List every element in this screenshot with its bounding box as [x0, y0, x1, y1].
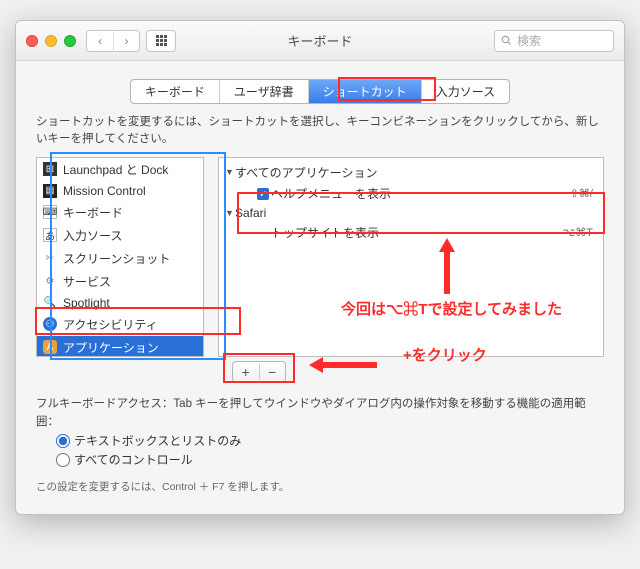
sidebar-item-launchpad[interactable]: ⊞Launchpad と Dock	[37, 158, 203, 181]
instruction-text: ショートカットを変更するには、ショートカットを選択し、キーコンビネーションをクリ…	[36, 114, 604, 149]
shortcut-value: ⇧⌘/	[570, 187, 593, 200]
radio-input[interactable]	[56, 453, 70, 467]
mission-control-icon: ▦	[43, 184, 57, 198]
preferences-window: ‹ › キーボード 検索 キーボード ユーザ辞書 ショートカット 入力ソース シ…	[15, 20, 625, 515]
shortcut-value: ⌥⌘T	[563, 226, 593, 239]
spotlight-icon: 🔍	[43, 296, 57, 310]
sidebar-item-keyboard[interactable]: ⌨キーボード	[37, 201, 203, 224]
category-sidebar[interactable]: ⊞Launchpad と Dock ▦Mission Control ⌨キーボー…	[36, 157, 204, 357]
launchpad-icon: ⊞	[43, 162, 57, 176]
disclosure-triangle-icon[interactable]: ▼	[225, 208, 235, 218]
window-controls	[26, 35, 76, 47]
footnote-text: この設定を変更するには、Control ＋ F7 を押します。	[36, 479, 604, 494]
group-all-apps[interactable]: ▼ すべてのアプリケーション	[219, 162, 603, 183]
search-placeholder: 検索	[517, 32, 541, 49]
services-icon: ⚙	[43, 274, 57, 288]
checkbox-icon[interactable]: ✓	[257, 188, 269, 200]
tab-input-sources[interactable]: 入力ソース	[422, 80, 509, 103]
shortcut-list[interactable]: ▼ すべてのアプリケーション ✓ ヘルプメニューを表示 ⇧⌘/ ▼ Safari…	[218, 157, 604, 357]
keyboard-icon: ⌨	[43, 205, 57, 219]
disclosure-triangle-icon[interactable]: ▼	[225, 167, 235, 177]
screenshot-icon: ✂	[43, 251, 57, 265]
remove-button[interactable]: −	[259, 364, 286, 380]
group-safari[interactable]: ▼ Safari	[219, 204, 603, 222]
sidebar-item-services[interactable]: ⚙サービス	[37, 270, 203, 293]
tab-user-dictionary[interactable]: ユーザ辞書	[220, 80, 309, 103]
add-button[interactable]: +	[233, 364, 259, 380]
sidebar-item-mission-control[interactable]: ▦Mission Control	[37, 181, 203, 201]
accessibility-icon: ⚇	[43, 317, 57, 331]
content-area: キーボード ユーザ辞書 ショートカット 入力ソース ショートカットを変更するには…	[16, 61, 624, 514]
close-icon[interactable]	[26, 35, 38, 47]
application-icon: A	[43, 340, 57, 354]
zoom-icon[interactable]	[64, 35, 76, 47]
grid-icon	[156, 35, 167, 46]
full-keyboard-access-label: フルキーボードアクセス：Tab キーを押してウインドウやダイアログ内の操作対象を…	[36, 395, 604, 432]
back-button[interactable]: ‹	[87, 31, 113, 51]
sidebar-item-screenshot[interactable]: ✂スクリーンショット	[37, 247, 203, 270]
sidebar-item-accessibility[interactable]: ⚇アクセシビリティ	[37, 313, 203, 336]
search-icon	[501, 35, 512, 46]
sidebar-item-application[interactable]: Aアプリケーション	[37, 336, 203, 357]
radio-input[interactable]	[56, 434, 70, 448]
sidebar-item-spotlight[interactable]: 🔍Spotlight	[37, 293, 203, 313]
nav-buttons: ‹ ›	[86, 30, 140, 52]
add-remove-buttons: + −	[232, 361, 286, 383]
sidebar-item-input-source[interactable]: あ入力ソース	[37, 224, 203, 247]
shortcut-top-sites[interactable]: トップサイトを表示 ⌥⌘T	[219, 222, 603, 243]
shortcut-help-menu[interactable]: ✓ ヘルプメニューを表示 ⇧⌘/	[219, 183, 603, 204]
radio-textboxes-only[interactable]: テキストボックスとリストのみ	[56, 431, 604, 450]
titlebar: ‹ › キーボード 検索	[16, 21, 624, 61]
search-input[interactable]: 検索	[494, 30, 614, 52]
show-all-button[interactable]	[146, 30, 176, 52]
tab-keyboard[interactable]: キーボード	[131, 80, 220, 103]
input-source-icon: あ	[43, 228, 57, 242]
tab-shortcuts[interactable]: ショートカット	[309, 80, 422, 103]
radio-all-controls[interactable]: すべてのコントロール	[56, 450, 604, 469]
forward-button[interactable]: ›	[113, 31, 139, 51]
minimize-icon[interactable]	[45, 35, 57, 47]
tab-bar: キーボード ユーザ辞書 ショートカット 入力ソース	[36, 79, 604, 104]
